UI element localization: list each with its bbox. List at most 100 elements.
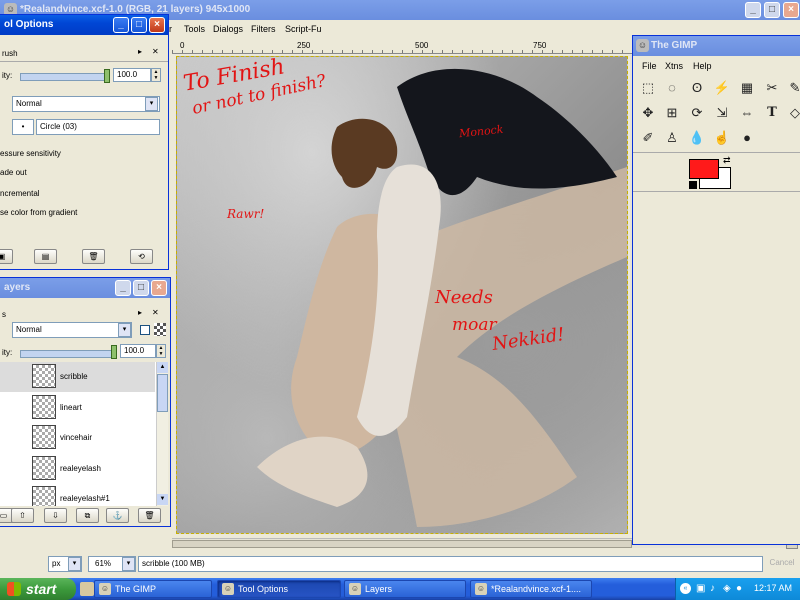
- lower-layer-button[interactable]: ⇩: [44, 508, 67, 523]
- flip-tool-icon[interactable]: ⇔: [737, 103, 757, 123]
- tool-options-minimize-button[interactable]: _: [113, 17, 129, 33]
- start-button[interactable]: start: [0, 578, 76, 600]
- paths-icon[interactable]: ✎: [785, 78, 800, 98]
- layer-mode-select[interactable]: Normal: [12, 322, 132, 338]
- cancel-button[interactable]: Cancel: [766, 556, 798, 572]
- menu-layer[interactable]: r: [169, 20, 172, 38]
- volume-icon[interactable]: ♪: [710, 583, 715, 594]
- scissors-icon[interactable]: ✂: [762, 78, 782, 98]
- color-from-gradient-option[interactable]: se color from gradient: [0, 208, 77, 217]
- rotate-tool-icon[interactable]: ⟳: [687, 103, 707, 123]
- layer-name: scribble: [60, 372, 88, 381]
- tool-options-maximize-button[interactable]: □: [131, 17, 147, 33]
- dock-pin-icon[interactable]: ▸: [138, 308, 142, 317]
- crop-tool-icon[interactable]: ⊞: [662, 103, 682, 123]
- dock-close-icon[interactable]: ✕: [152, 308, 159, 317]
- ellipse-select-icon[interactable]: ◌: [662, 78, 682, 98]
- foreground-color-swatch[interactable]: [689, 159, 719, 179]
- dock-close-icon[interactable]: ✕: [152, 47, 159, 56]
- zoom-dropdown-button[interactable]: ▾: [122, 557, 135, 571]
- smudge-tool-icon[interactable]: ☝: [712, 128, 732, 148]
- layer-row-lineart[interactable]: lineart: [0, 393, 155, 423]
- bucket-fill-icon[interactable]: ◇: [785, 103, 800, 123]
- tray-expand-icon[interactable]: «: [680, 583, 691, 594]
- incremental-option[interactable]: ncremental: [0, 189, 40, 198]
- default-colors-icon[interactable]: [689, 181, 697, 189]
- lasso-select-icon[interactable]: ʘ: [687, 78, 707, 98]
- delete-options-button[interactable]: 🗑: [82, 249, 105, 264]
- opacity-slider-handle[interactable]: [104, 69, 110, 83]
- scrollbar-thumb[interactable]: [172, 540, 632, 548]
- dock-pin-icon[interactable]: ▸: [138, 47, 142, 56]
- menu-script-fu[interactable]: Script-Fu: [285, 20, 322, 38]
- layers-minimize-button[interactable]: _: [115, 280, 131, 296]
- toolbox-menu-file[interactable]: File: [642, 58, 657, 74]
- image-canvas[interactable]: To Finish or not to finish? Monock Rawr!…: [176, 56, 628, 534]
- menu-tools[interactable]: Tools: [184, 20, 205, 38]
- pressure-sensitivity-option[interactable]: essure sensitivity: [0, 149, 61, 158]
- tool-options-close-button[interactable]: ×: [149, 17, 165, 33]
- clock[interactable]: 12:17 AM: [754, 583, 792, 593]
- move-tool-icon[interactable]: ✥: [638, 103, 658, 123]
- layer-row-scribble[interactable]: scribble: [0, 362, 155, 392]
- layer-mode-dropdown-button[interactable]: ▾: [118, 323, 131, 337]
- toolbox-menu-xtns[interactable]: Xtns: [665, 58, 683, 74]
- blur-tool-icon[interactable]: 💧: [687, 128, 707, 148]
- menu-dialogs[interactable]: Dialogs: [213, 20, 243, 38]
- network-icon[interactable]: ▣: [696, 583, 705, 594]
- swap-colors-icon[interactable]: ⇄: [723, 155, 731, 166]
- scroll-down-arrow[interactable]: ▼: [157, 494, 168, 505]
- select-by-color-icon[interactable]: ▦: [737, 78, 757, 98]
- task-tool-options[interactable]: ☺ Tool Options: [217, 580, 341, 598]
- layer-row-realeyelash[interactable]: realeyelash: [0, 454, 155, 484]
- image-close-button[interactable]: ×: [783, 2, 799, 18]
- scale-tool-icon[interactable]: ⇲: [712, 103, 732, 123]
- keep-transparency-checkbox[interactable]: [140, 325, 150, 335]
- scroll-up-arrow[interactable]: ▲: [157, 362, 168, 373]
- layers-close-button[interactable]: ×: [151, 280, 167, 296]
- quicklaunch-icon[interactable]: [80, 582, 94, 596]
- task-layers[interactable]: ☺ Layers: [344, 580, 466, 598]
- ruler-mark: 500: [415, 41, 429, 50]
- menu-filters[interactable]: Filters: [251, 20, 276, 38]
- save-options-button[interactable]: ▣: [0, 249, 13, 264]
- toolbox-menu-help[interactable]: Help: [693, 58, 712, 74]
- opacity-spinner[interactable]: ▲ ▼: [151, 68, 161, 82]
- layer-opacity-value-field[interactable]: 100.0: [120, 344, 156, 358]
- opacity-value-field[interactable]: 100.0: [113, 68, 151, 82]
- clone-tool-icon[interactable]: ♙: [662, 128, 682, 148]
- unit-dropdown-button[interactable]: ▾: [68, 557, 81, 571]
- anchor-layer-button[interactable]: ⚓: [106, 508, 129, 523]
- brush-preview-button[interactable]: •: [12, 119, 34, 135]
- task-realandvince[interactable]: ☺ *Realandvince.xcf-1....: [470, 580, 592, 598]
- pencil-tool-icon[interactable]: ✐: [638, 128, 658, 148]
- delete-layer-button[interactable]: 🗑: [138, 508, 161, 523]
- image-minimize-button[interactable]: _: [745, 2, 761, 18]
- layer-row-vincehair[interactable]: vincehair: [0, 423, 155, 453]
- layer-row-realeyelash-1[interactable]: realeyelash#1: [0, 484, 155, 506]
- restore-options-button[interactable]: ▤: [34, 249, 57, 264]
- security-icon[interactable]: ◈: [723, 583, 731, 594]
- layer-opacity-spinner[interactable]: ▲ ▼: [156, 344, 166, 358]
- task-the-gimp[interactable]: ☺ The GIMP: [94, 580, 212, 598]
- paint-mode-select[interactable]: Normal: [12, 96, 160, 112]
- brown-hair: [331, 118, 398, 188]
- paint-mode-dropdown-button[interactable]: ▾: [145, 97, 158, 111]
- text-tool-icon[interactable]: T: [762, 103, 782, 123]
- layer-opacity-slider-handle[interactable]: [111, 345, 117, 359]
- image-maximize-button[interactable]: □: [764, 2, 780, 18]
- opacity-slider[interactable]: [20, 73, 108, 81]
- rect-select-icon[interactable]: ⬚: [638, 78, 658, 98]
- messenger-icon[interactable]: ●: [736, 583, 742, 594]
- raise-layer-button[interactable]: ⇧: [11, 508, 34, 523]
- reset-options-button[interactable]: ⟲: [130, 249, 153, 264]
- fuzzy-select-icon[interactable]: ⚡: [712, 78, 732, 98]
- scroll-thumb[interactable]: [157, 374, 168, 412]
- layers-maximize-button[interactable]: □: [133, 280, 149, 296]
- layer-opacity-slider[interactable]: [20, 350, 115, 358]
- layer-list-scrollbar[interactable]: ▲ ▼: [156, 362, 168, 506]
- fade-out-option[interactable]: ade out: [0, 168, 27, 177]
- toolbox-titlebar[interactable]: ☺ The GIMP: [633, 36, 800, 56]
- duplicate-layer-button[interactable]: ⧉: [76, 508, 99, 523]
- dodge-burn-icon[interactable]: ●: [737, 128, 757, 148]
